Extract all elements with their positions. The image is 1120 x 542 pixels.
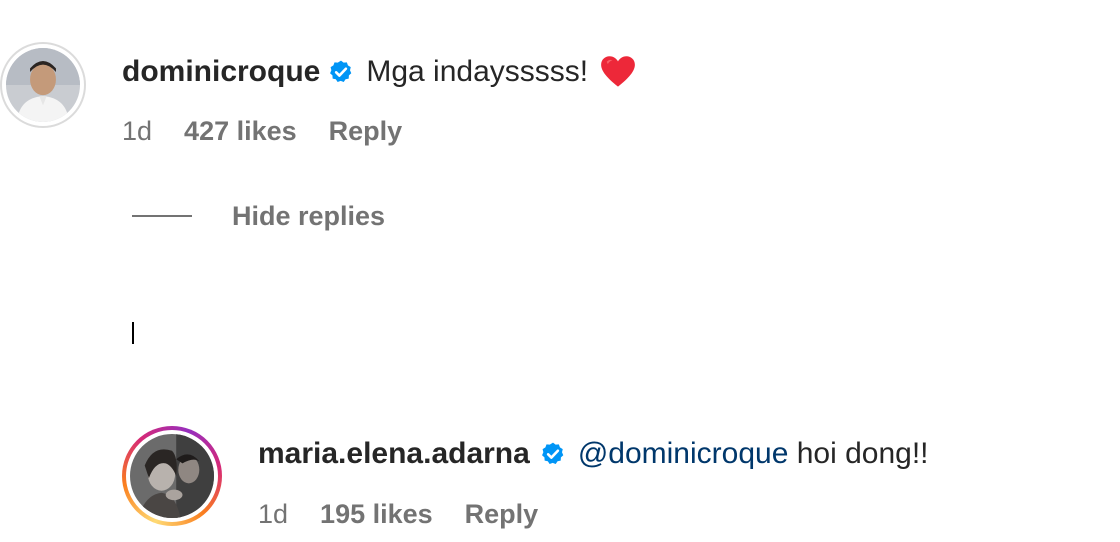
mention-link[interactable]: @dominicroque [578, 437, 789, 471]
verified-badge-icon [330, 60, 352, 82]
comment-dominicroque: dominicroque Mga indaysssss! 1d 427 like… [0, 0, 1120, 180]
hide-replies-label: Hide replies [232, 200, 386, 231]
comment-username[interactable]: dominicroque [122, 55, 320, 89]
reply-maria-elena-adarna: maria.elena.adarna @dominicroque hoi don… [0, 420, 1120, 542]
reply-meta: 1d 195 likes Reply [258, 496, 538, 532]
divider-line [132, 215, 192, 217]
reply-button[interactable]: Reply [465, 499, 539, 530]
comment-time: 1d [122, 115, 153, 146]
verified-badge-icon [541, 442, 564, 464]
reply-time: 1d [258, 498, 289, 529]
reply-likes[interactable]: 195 likes [320, 499, 433, 530]
avatar-dominicroque[interactable] [0, 42, 86, 128]
reply-username[interactable]: maria.elena.adarna [258, 437, 530, 471]
comment-text-line: dominicroque Mga indaysssss! [122, 52, 636, 92]
reply-button[interactable]: Reply [329, 116, 403, 147]
text-cursor-icon [132, 322, 134, 344]
comment-meta: 1d 427 likes Reply [122, 113, 402, 149]
person-photo-icon [6, 48, 80, 122]
person-photo-icon [130, 434, 214, 518]
reply-text-line: maria.elena.adarna @dominicroque hoi don… [258, 434, 929, 474]
hide-replies-button[interactable]: Hide replies [132, 198, 385, 234]
comment-likes[interactable]: 427 likes [184, 116, 297, 147]
avatar-image [126, 430, 218, 522]
comment-body: Mga indaysssss! [366, 55, 597, 88]
heart-emoji-icon [601, 56, 636, 87]
avatar-maria-elena-adarna[interactable] [122, 426, 222, 526]
avatar-image [6, 48, 80, 122]
reply-body: hoi dong!! [788, 437, 929, 470]
